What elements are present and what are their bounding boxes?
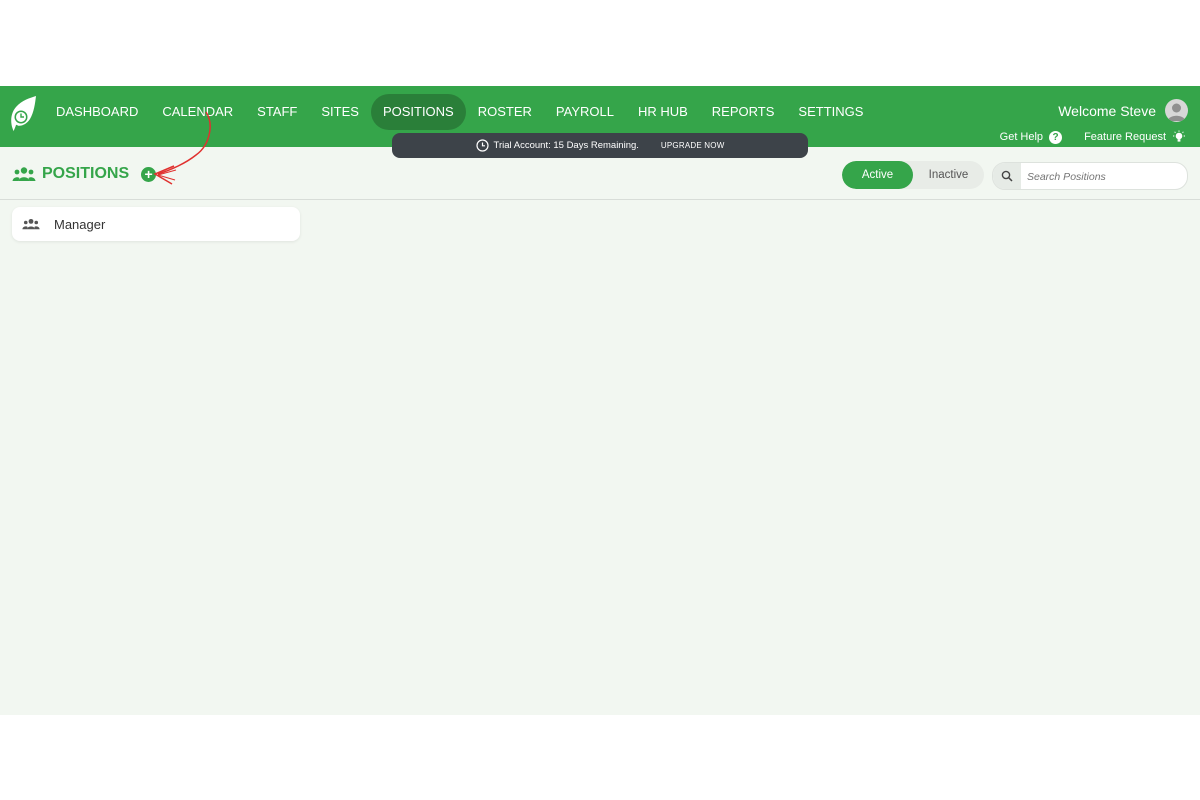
nav-calendar[interactable]: CALENDAR bbox=[150, 94, 245, 130]
clock-icon bbox=[475, 139, 489, 152]
users-group-icon bbox=[22, 218, 40, 230]
add-position-button[interactable]: + bbox=[141, 166, 157, 182]
users-group-icon bbox=[12, 167, 36, 181]
status-filter-toggle: Active Inactive bbox=[842, 161, 984, 189]
filter-inactive-button[interactable]: Inactive bbox=[913, 161, 984, 189]
nav-positions[interactable]: POSITIONS bbox=[370, 94, 466, 130]
search-icon[interactable] bbox=[993, 163, 1021, 189]
feature-request-label: Feature Request bbox=[1084, 131, 1166, 143]
lightbulb-icon bbox=[1173, 130, 1185, 142]
feature-request-link[interactable]: Feature Request bbox=[1084, 130, 1186, 144]
nav-staff[interactable]: STAFF bbox=[245, 94, 309, 130]
get-help-link[interactable]: Get Help ? bbox=[999, 130, 1063, 144]
main-nav: DASHBOARD CALENDAR STAFF SITES POSITIONS… bbox=[44, 94, 875, 130]
page-title-text: POSITIONS bbox=[42, 165, 130, 182]
trial-banner: Trial Account: 15 Days Remaining. UPGRAD… bbox=[392, 133, 808, 158]
nav-payroll[interactable]: PAYROLL bbox=[544, 94, 626, 130]
get-help-label: Get Help bbox=[999, 131, 1044, 143]
upgrade-now-link[interactable]: UPGRADE NOW bbox=[661, 141, 725, 150]
trial-message: Trial Account: 15 Days Remaining. bbox=[493, 140, 639, 151]
nav-dashboard[interactable]: DASHBOARD bbox=[44, 94, 150, 130]
user-avatar-icon bbox=[1167, 103, 1186, 121]
app-shell: DASHBOARD CALENDAR STAFF SITES POSITIONS… bbox=[0, 86, 1200, 715]
help-links: Get Help ? Feature Request bbox=[1000, 130, 1186, 144]
position-name: Manager bbox=[54, 216, 106, 232]
search-box bbox=[992, 162, 1188, 190]
position-card-manager[interactable]: Manager bbox=[12, 207, 300, 241]
app-logo[interactable] bbox=[8, 94, 38, 134]
search-input[interactable] bbox=[1025, 163, 1185, 189]
question-circle-icon: ? bbox=[1049, 130, 1063, 144]
user-avatar[interactable] bbox=[1165, 99, 1188, 122]
filter-active-button[interactable]: Active bbox=[842, 161, 913, 189]
nav-roster[interactable]: ROSTER bbox=[466, 94, 544, 130]
nav-reports[interactable]: REPORTS bbox=[700, 94, 787, 130]
page-title: POSITIONS + bbox=[12, 165, 157, 183]
welcome-text: Welcome Steve bbox=[1058, 103, 1156, 119]
nav-settings[interactable]: SETTINGS bbox=[786, 94, 875, 130]
nav-hr-hub[interactable]: HR HUB bbox=[626, 94, 700, 130]
nav-sites[interactable]: SITES bbox=[309, 94, 371, 130]
